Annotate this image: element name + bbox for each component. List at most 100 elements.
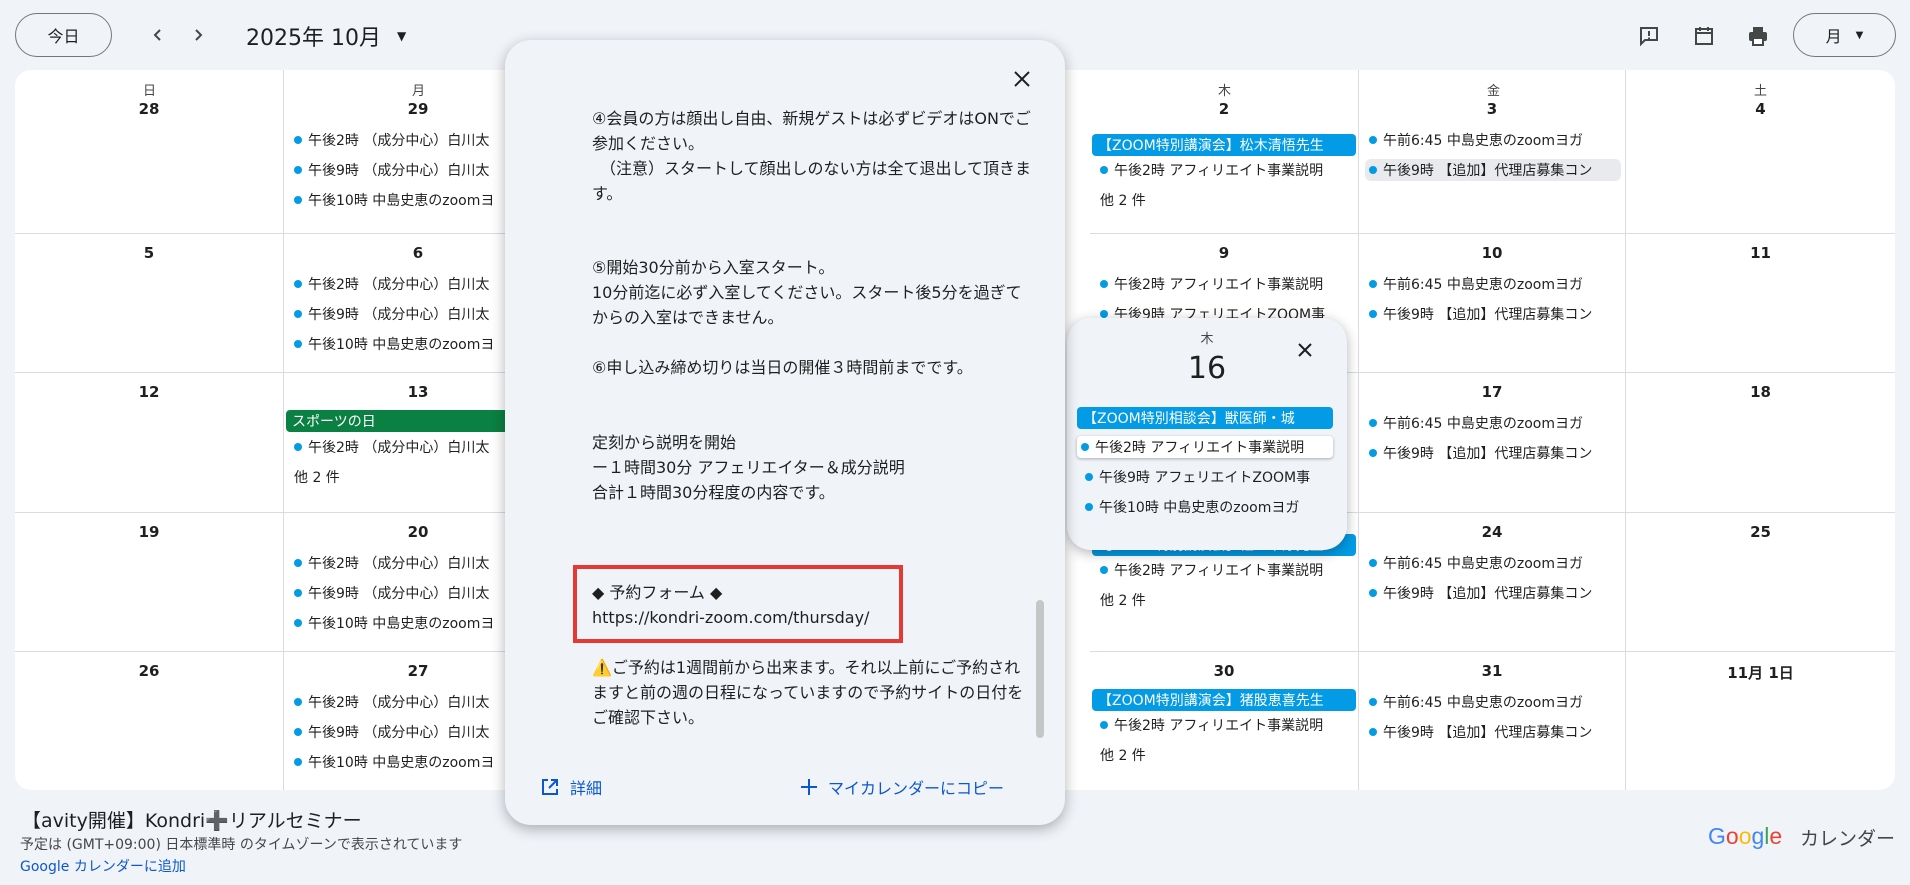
day-number[interactable]: 30 [1090,662,1358,680]
day-cell[interactable]: 11月 1日 [1626,652,1895,790]
event-item[interactable]: 午後9時 アフェリエイトZOOM事 [1081,466,1337,488]
event-item[interactable]: 午後10時 中島史恵のzoomヨガ [1081,496,1337,518]
day-cell[interactable]: 18 [1626,373,1895,513]
day-number[interactable]: 31 [1359,662,1625,680]
description-paragraph: ⑥申し込み締め切りは当日の開催３時間前までです。 [592,358,973,377]
form-url-link[interactable]: https://kondri-zoom.com/thursday/ [592,605,1032,630]
calendar-icon [1695,27,1713,45]
brand-label: カレンダー [1800,827,1896,850]
day-number[interactable]: 24 [1359,523,1625,541]
day-number[interactable]: 26 [15,662,283,680]
day-number[interactable]: 18 [1626,383,1895,401]
day-cell[interactable]: 11 [1626,234,1895,373]
day-cell[interactable]: 24 午前6:45 中島史恵のzoomヨガ 午後9時 【追加】代理店募集コン [1359,513,1626,652]
calendar-title: 【avity開催】Kondri➕リアルセミナー [22,810,362,832]
event-item[interactable]: 午後9時 【追加】代理店募集コン [1365,442,1621,464]
description-paragraph: ④会員の方は顔出し自由、新規ゲストは必ずビデオはONでご参加ください。 （注意）… [592,109,1032,203]
event-item[interactable]: 午後2時 アフィリエイト事業説明 [1096,559,1354,581]
plus-icon [801,779,817,795]
day-cell[interactable]: 12 [15,373,284,513]
description-paragraph: ⚠️ご予約は1週間前から出来ます。それ以上前にご予約されますと前の週の日程になっ… [592,658,1024,727]
event-item[interactable]: 午後9時 【追加】代理店募集コン [1365,582,1621,604]
event-item[interactable]: 午後2時 アフィリエイト事業説明 [1096,714,1354,736]
event-item[interactable]: 午後2時 アフィリエイト事業説明 [1096,159,1354,181]
print-icon [1749,27,1767,46]
event-chip[interactable]: 【ZOOM特別講演会】猪股恵喜先生 [1092,689,1356,711]
calendar-button[interactable] [1688,20,1720,52]
event-item[interactable]: 午後2時 アフィリエイト事業説明 [1077,436,1333,458]
day-cell[interactable]: 26 [15,652,284,790]
event-item[interactable]: 午後9時 【追加】代理店募集コン [1365,303,1621,325]
close-icon [1014,71,1030,87]
event-item[interactable]: 午後2時 アフィリエイト事業説明 [1096,273,1354,295]
day-cell[interactable]: 17 午前6:45 中島史恵のzoomヨガ 午後9時 【追加】代理店募集コン [1359,373,1626,513]
day-cell[interactable]: 30 【ZOOM特別講演会】猪股恵喜先生 午後2時 アフィリエイト事業説明 他 … [1090,652,1359,790]
day-events-popover: 木 16 【ZOOM特別相談会】獣医師・城 午後2時 アフィリエイト事業説明 午… [1067,318,1347,550]
day-cell[interactable]: 4 [1626,70,1895,234]
day-number[interactable]: 11月 1日 [1626,662,1895,683]
event-item[interactable]: 午前6:45 中島史恵のzoomヨガ [1365,691,1621,713]
day-cell[interactable]: 19 [15,513,284,652]
month-label: 2025年 10月 [246,26,381,51]
day-cell[interactable]: 3 午前6:45 中島史恵のzoomヨガ 午後9時 【追加】代理店募集コン [1359,70,1626,234]
svg-text:Google: Google [1708,823,1782,849]
details-label: 詳細 [570,779,603,798]
day-number[interactable]: 10 [1359,244,1625,262]
day-cell[interactable]: 25 [1626,513,1895,652]
day-number[interactable]: 4 [1626,100,1895,118]
day-number[interactable]: 12 [15,383,283,401]
day-cell[interactable]: 2 【ZOOM特別講演会】松木清悟先生 午後2時 アフィリエイト事業説明 他 2… [1090,70,1359,234]
day-number[interactable]: 2 [1090,100,1358,118]
event-chip[interactable]: 【ZOOM特別相談会】獣医師・城 [1077,407,1333,429]
view-selector[interactable]: 月 ▼ [1793,13,1896,57]
chevron-left-icon [153,29,161,41]
scrollbar[interactable] [1036,600,1044,738]
day-number[interactable]: 9 [1090,244,1358,262]
event-item[interactable]: 午後9時 【追加】代理店募集コン [1365,721,1621,743]
more-events-link[interactable]: 他 2 件 [1100,189,1146,211]
day-cell[interactable]: 10 午前6:45 中島史恵のzoomヨガ 午後9時 【追加】代理店募集コン [1359,234,1626,373]
caret-down-icon: ▼ [1855,29,1864,41]
event-item[interactable]: 午前6:45 中島史恵のzoomヨガ [1365,273,1621,295]
google-logo: Google [1708,823,1782,849]
day-number[interactable]: 25 [1626,523,1895,541]
day-cell[interactable]: 5 [15,234,284,373]
feedback-button[interactable] [1633,20,1665,52]
day-cell[interactable]: 31 午前6:45 中島史恵のzoomヨガ 午後9時 【追加】代理店募集コン [1359,652,1626,790]
day-number[interactable]: 11 [1626,244,1895,262]
day-number[interactable]: 17 [1359,383,1625,401]
copy-to-my-calendar-button[interactable]: マイカレンダーにコピー [800,775,1004,799]
close-button[interactable] [1293,338,1317,362]
event-chip[interactable]: 【ZOOM特別講演会】松木清悟先生 [1092,134,1356,156]
close-button[interactable] [1008,65,1036,93]
more-events-link[interactable]: 他 2 件 [1100,744,1146,766]
more-events-link[interactable]: 他 2 件 [294,466,340,488]
details-button[interactable]: 詳細 [540,775,602,799]
day-number[interactable]: 19 [15,523,283,541]
event-item[interactable]: 午前6:45 中島史恵のzoomヨガ [1365,129,1621,151]
day-number[interactable]: 28 [15,100,283,118]
day-cell[interactable]: 28 [15,70,284,234]
today-button[interactable]: 今日 [15,13,112,57]
event-item[interactable]: 午前6:45 中島史恵のzoomヨガ [1365,552,1621,574]
event-details-dialog: ④会員の方は顔出し自由、新規ゲストは必ずビデオはONでご参加ください。 （注意）… [505,40,1065,825]
add-to-google-calendar-link[interactable]: Google カレンダーに追加 [20,856,186,876]
form-label: ◆ 予約フォーム ◆ [592,583,723,602]
description-paragraph: 定刻から説明を開始 ー１時間30分 アフェリエイター＆成分説明 合計１時間30分… [592,433,905,502]
event-item[interactable]: 午前6:45 中島史恵のzoomヨガ [1365,412,1621,434]
print-button[interactable] [1742,20,1774,52]
timezone-note: 予定は (GMT+09:00) 日本標準時 のタイムゾーンで表示されています [20,837,463,853]
prev-month-button[interactable] [143,20,173,50]
month-selector[interactable]: 2025年 10月 ▼ [246,20,406,52]
open-external-icon [542,779,558,795]
chevron-right-icon [195,29,203,41]
close-icon [1298,343,1312,357]
google-calendar-logo[interactable]: Google カレンダー [1708,823,1895,851]
view-label: 月 [1825,27,1842,46]
event-item[interactable]: 午後9時 【追加】代理店募集コン [1365,159,1621,181]
more-events-link[interactable]: 他 2 件 [1100,589,1146,611]
next-month-button[interactable] [183,20,213,50]
day-number[interactable]: 5 [15,244,283,262]
day-number[interactable]: 3 [1359,100,1625,118]
feedback-icon [1640,27,1658,47]
